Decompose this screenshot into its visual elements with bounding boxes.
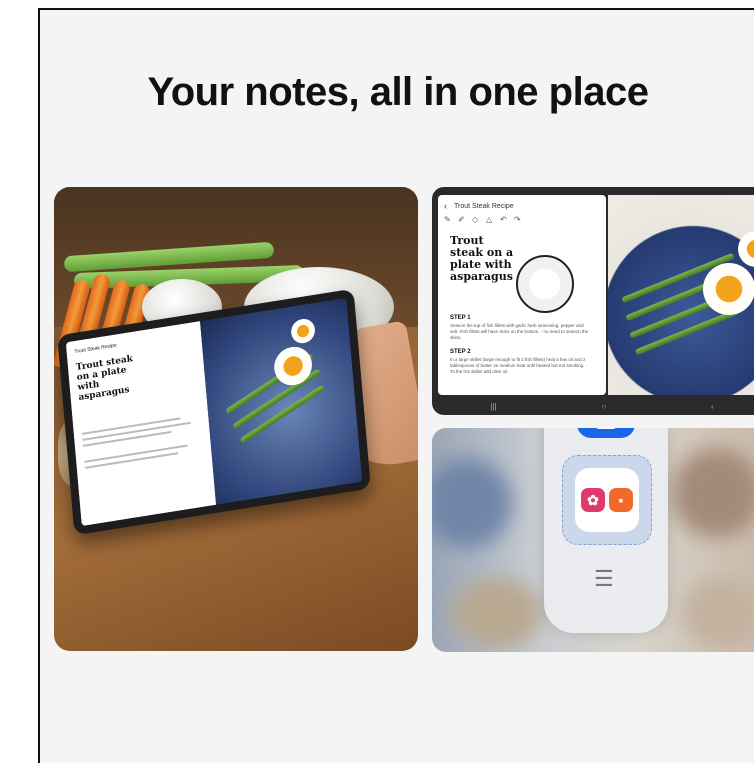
- app-title: Trout Steak Recipe: [74, 342, 117, 356]
- egg: [703, 263, 754, 315]
- notes-app-pane[interactable]: ‹ Trout Steak Recipe ✎ ✐ ◇ △ ↶ ↷ Trout s…: [438, 195, 606, 395]
- food-photo: [200, 297, 363, 505]
- back-arrow-icon[interactable]: ‹: [444, 201, 447, 211]
- home-button[interactable]: ○: [601, 402, 606, 411]
- step-2-text: In a large skillet (large enough to fit …: [450, 357, 586, 374]
- recents-button[interactable]: |||: [490, 402, 496, 411]
- highlighter-icon[interactable]: ✐: [458, 215, 465, 224]
- eraser-icon[interactable]: ◇: [472, 215, 478, 224]
- blurred-background: [682, 578, 754, 648]
- egg: [738, 231, 754, 267]
- step-2-label: STEP 2: [450, 349, 471, 355]
- step-1-label: STEP 1: [450, 315, 471, 321]
- edge-panel: ✿ ▪ ☰: [544, 428, 668, 633]
- blurred-background: [432, 458, 512, 548]
- back-button[interactable]: ‹: [711, 402, 714, 411]
- app-title: Trout Steak Recipe: [454, 203, 514, 210]
- notes-app-icon: ▪: [609, 488, 633, 512]
- blurred-background: [672, 448, 754, 538]
- app-pair-shortcut[interactable]: ✿ ▪: [575, 468, 639, 532]
- egg: [290, 317, 317, 345]
- promo-frame: Your notes, all in one place Trout Steak…: [38, 8, 754, 763]
- recipe-title: Trout steak on a plate with asparagus: [75, 354, 134, 404]
- tablet-screen: Trout Steak Recipe Trout steak on a plat…: [65, 297, 363, 527]
- blurred-background: [452, 578, 542, 648]
- step-1-text: Season the top of fish fillets with garl…: [450, 323, 589, 340]
- food-photo-pane: [608, 195, 754, 395]
- flower-app-icon: ✿: [581, 488, 605, 512]
- shape-tool-icon[interactable]: △: [486, 215, 492, 224]
- plate-illustration: [516, 255, 574, 313]
- navigation-bar: ||| ○ ‹: [438, 399, 754, 413]
- edge-panel-screen: ✿ ▪ ☰: [432, 428, 754, 652]
- redo-icon[interactable]: ↷: [514, 215, 521, 224]
- video-call-app-button[interactable]: [577, 428, 635, 438]
- notes-pane: Trout Steak Recipe Trout steak on a plat…: [65, 321, 217, 527]
- undo-icon[interactable]: ↶: [500, 215, 507, 224]
- pen-tool-icon[interactable]: ✎: [444, 215, 451, 224]
- video-camera-icon: [596, 428, 616, 429]
- headline: Your notes, all in one place: [147, 70, 649, 114]
- recipe-title: Trout steak on a plate with asparagus: [450, 234, 514, 283]
- menu-icon[interactable]: ☰: [594, 566, 614, 592]
- kitchen-photo: Trout Steak Recipe Trout steak on a plat…: [54, 187, 418, 651]
- split-screen-tablet: ‹ Trout Steak Recipe ✎ ✐ ◇ △ ↶ ↷ Trout s…: [432, 187, 754, 415]
- app-pair-drop-zone[interactable]: ✿ ▪: [562, 455, 652, 545]
